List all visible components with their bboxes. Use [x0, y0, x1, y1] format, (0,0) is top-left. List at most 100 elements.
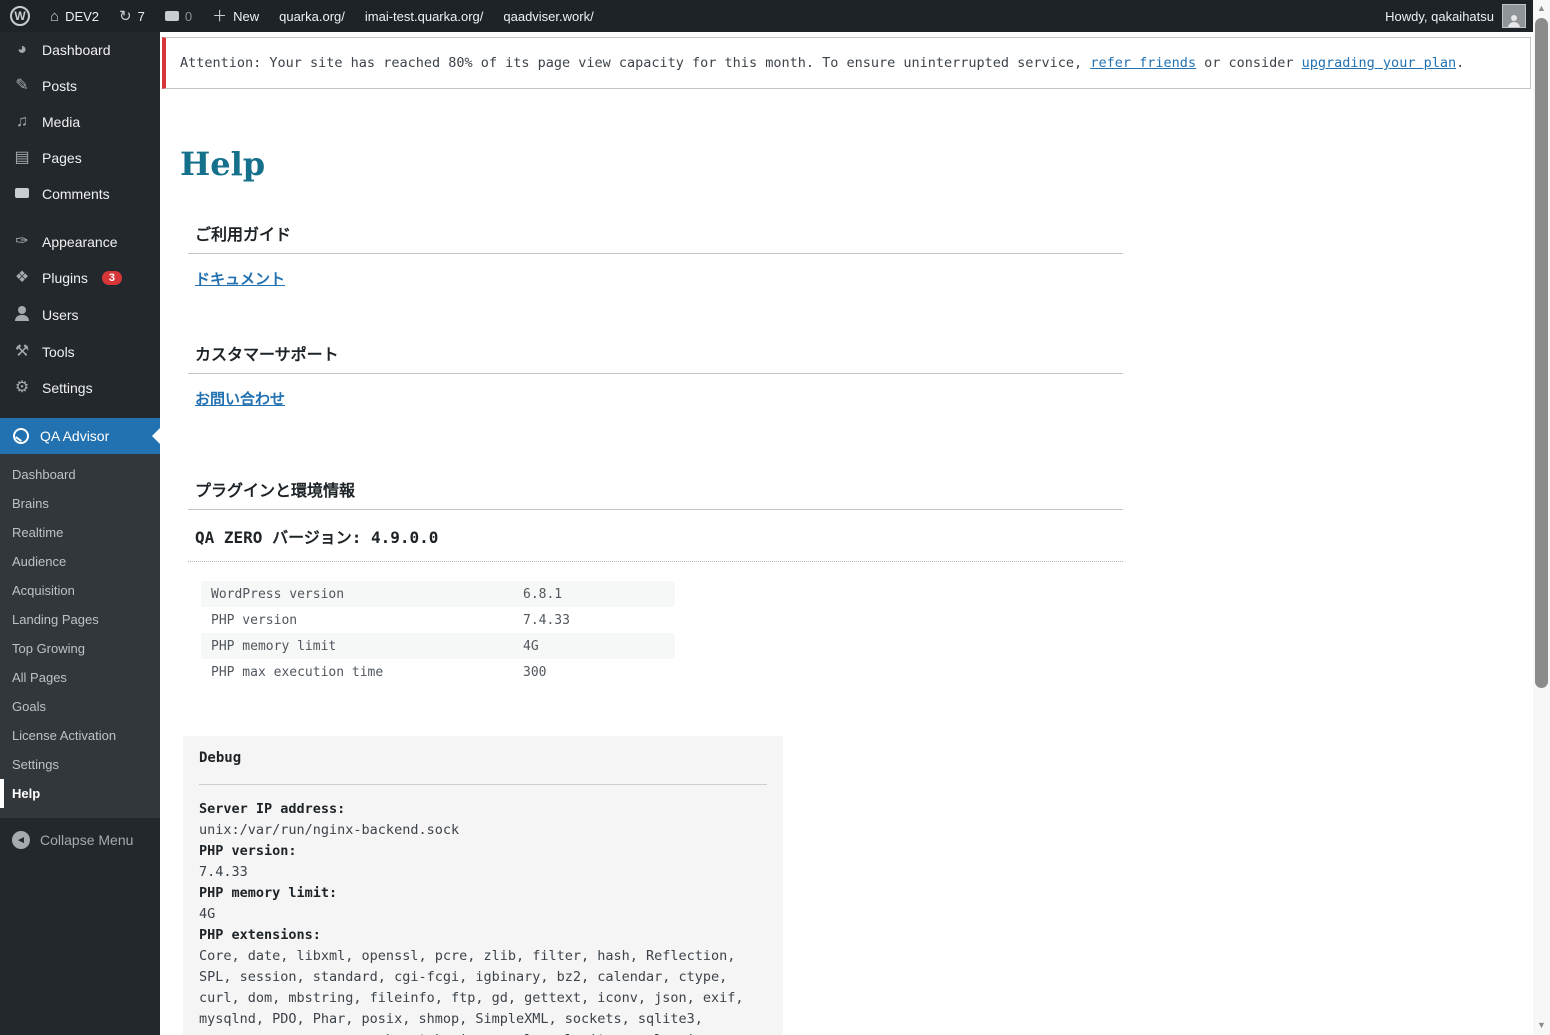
wordpress-logo-icon: W: [10, 6, 30, 26]
documentation-link[interactable]: ドキュメント: [195, 268, 285, 289]
plugin-version-line: QA ZERO バージョン: 4.9.0.0: [188, 524, 1123, 562]
content-area: Attention: Your site has reached 80% of …: [160, 32, 1533, 1035]
guide-section-heading: ご利用ガイド: [188, 221, 1123, 254]
sidebar-item-dashboard[interactable]: ◕ Dashboard: [0, 32, 160, 68]
new-content-menu[interactable]: ＋ New: [202, 0, 269, 32]
scroll-up-arrow-icon[interactable]: ▲: [1533, 0, 1550, 16]
qa-advisor-label: QA Advisor: [40, 428, 109, 444]
environment-table: WordPress version 6.8.1 PHP version 7.4.…: [201, 581, 675, 685]
sidebar-item-settings[interactable]: ⚙ Settings: [0, 370, 160, 406]
howdy-label: Howdy, qakaihatsu: [1385, 9, 1494, 24]
submenu-item-realtime[interactable]: Realtime: [0, 518, 160, 547]
posts-icon: ✎: [12, 78, 32, 94]
tools-icon: ⚒: [12, 344, 32, 360]
env-label: PHP max execution time: [201, 659, 513, 685]
scroll-down-arrow-icon[interactable]: ▼: [1533, 1017, 1550, 1033]
new-label: New: [233, 9, 259, 24]
submenu-item-all-pages[interactable]: All Pages: [0, 663, 160, 692]
updates-count: 7: [138, 9, 145, 24]
account-menu[interactable]: Howdy, qakaihatsu: [1385, 4, 1550, 28]
site-link-imai-test[interactable]: imai-test.quarka.org/: [355, 0, 494, 32]
support-section-heading: カスタマーサポート: [188, 341, 1123, 374]
admin-sidebar: ◕ Dashboard ✎ Posts ♫ Media ▤ Pages Comm…: [0, 32, 160, 1035]
table-row: PHP memory limit 4G: [201, 633, 675, 659]
admin-bar: W ⌂ DEV2 ↻ 7 0 ＋ New quarka.org/ imai-te…: [0, 0, 1550, 32]
submenu-item-acquisition[interactable]: Acquisition: [0, 576, 160, 605]
debug-label: Server IP address:: [199, 799, 767, 820]
notice-text: or consider: [1196, 55, 1302, 71]
menu-separator: [0, 406, 160, 418]
table-row: PHP version 7.4.33: [201, 607, 675, 633]
sidebar-item-label: Comments: [42, 186, 110, 202]
sidebar-item-label: Posts: [42, 78, 77, 94]
settings-icon: ⚙: [12, 380, 32, 396]
sidebar-item-label: Media: [42, 114, 80, 130]
page-title: Help: [180, 145, 1533, 183]
env-label: PHP memory limit: [201, 633, 513, 659]
site-link-qaadviser[interactable]: qaadviser.work/: [493, 0, 603, 32]
sidebar-item-label: Appearance: [42, 234, 118, 250]
upgrade-plan-link[interactable]: upgrading your plan: [1302, 55, 1456, 71]
scrollbar-thumb[interactable]: [1535, 18, 1548, 688]
sidebar-item-qa-advisor[interactable]: QA Advisor: [0, 418, 160, 454]
submenu-item-license-activation[interactable]: License Activation: [0, 721, 160, 750]
debug-value: Core, date, libxml, openssl, pcre, zlib,…: [199, 946, 767, 1035]
submenu-item-landing-pages[interactable]: Landing Pages: [0, 605, 160, 634]
site-link-label: quarka.org/: [279, 9, 345, 24]
avatar: [1502, 4, 1526, 28]
sidebar-item-tools[interactable]: ⚒ Tools: [0, 334, 160, 370]
collapse-menu-label: Collapse Menu: [40, 832, 133, 848]
debug-value: 4G: [199, 904, 767, 925]
environment-section-heading: プラグインと環境情報: [188, 477, 1123, 510]
submenu-item-help[interactable]: Help: [0, 779, 160, 808]
plugins-update-badge: 3: [102, 271, 122, 285]
env-value: 4G: [513, 633, 675, 659]
help-page: Help ご利用ガイド ドキュメント カスタマーサポート お問い合わせ プラグイ…: [160, 89, 1533, 1035]
sidebar-item-users[interactable]: Users: [0, 296, 160, 334]
media-icon: ♫: [12, 114, 32, 130]
debug-title: Debug: [199, 748, 767, 785]
qa-advisor-submenu: Dashboard Brains Realtime Audience Acqui…: [0, 454, 160, 818]
submenu-item-top-growing[interactable]: Top Growing: [0, 634, 160, 663]
capacity-notice: Attention: Your site has reached 80% of …: [162, 37, 1531, 89]
submenu-item-dashboard[interactable]: Dashboard: [0, 460, 160, 489]
plus-icon: ＋: [212, 9, 227, 24]
sidebar-item-appearance[interactable]: ✑ Appearance: [0, 224, 160, 260]
submenu-item-goals[interactable]: Goals: [0, 692, 160, 721]
users-icon: [12, 306, 32, 324]
contact-link[interactable]: お問い合わせ: [195, 388, 285, 409]
sidebar-item-pages[interactable]: ▤ Pages: [0, 140, 160, 176]
debug-value: 7.4.33: [199, 862, 767, 883]
notice-text: Attention: Your site has reached 80% of …: [180, 55, 1090, 71]
refer-friends-link[interactable]: refer friends: [1090, 55, 1196, 71]
collapse-menu-button[interactable]: ◄ Collapse Menu: [0, 820, 160, 860]
site-link-label: imai-test.quarka.org/: [365, 9, 484, 24]
debug-label: PHP extensions:: [199, 925, 767, 946]
comments-count: 0: [185, 9, 192, 24]
sidebar-item-label: Users: [42, 307, 79, 323]
submenu-item-audience[interactable]: Audience: [0, 547, 160, 576]
env-label: PHP version: [201, 607, 513, 633]
comment-bubble-icon: [165, 11, 179, 21]
sidebar-item-plugins[interactable]: ❖ Plugins 3: [0, 260, 160, 296]
sidebar-item-comments[interactable]: Comments: [0, 176, 160, 212]
comments-menu[interactable]: 0: [155, 0, 202, 32]
sidebar-item-label: Settings: [42, 380, 93, 396]
debug-value: unix:/var/run/nginx-backend.sock: [199, 820, 767, 841]
notice-text: .: [1456, 55, 1464, 71]
sidebar-item-media[interactable]: ♫ Media: [0, 104, 160, 140]
updates-menu[interactable]: ↻ 7: [109, 0, 155, 32]
submenu-item-brains[interactable]: Brains: [0, 489, 160, 518]
page-scrollbar[interactable]: ▲ ▼: [1533, 0, 1550, 1035]
site-link-quarka[interactable]: quarka.org/: [269, 0, 355, 32]
home-icon: ⌂: [50, 9, 59, 24]
debug-label: PHP memory limit:: [199, 883, 767, 904]
wordpress-menu[interactable]: W: [0, 0, 40, 32]
sidebar-item-label: Plugins: [42, 270, 88, 286]
debug-card: Debug Server IP address: unix:/var/run/n…: [183, 736, 783, 1035]
site-name-menu[interactable]: ⌂ DEV2: [40, 0, 109, 32]
sidebar-item-posts[interactable]: ✎ Posts: [0, 68, 160, 104]
submenu-item-settings[interactable]: Settings: [0, 750, 160, 779]
sidebar-item-label: Dashboard: [42, 42, 111, 58]
env-label: WordPress version: [201, 581, 513, 607]
